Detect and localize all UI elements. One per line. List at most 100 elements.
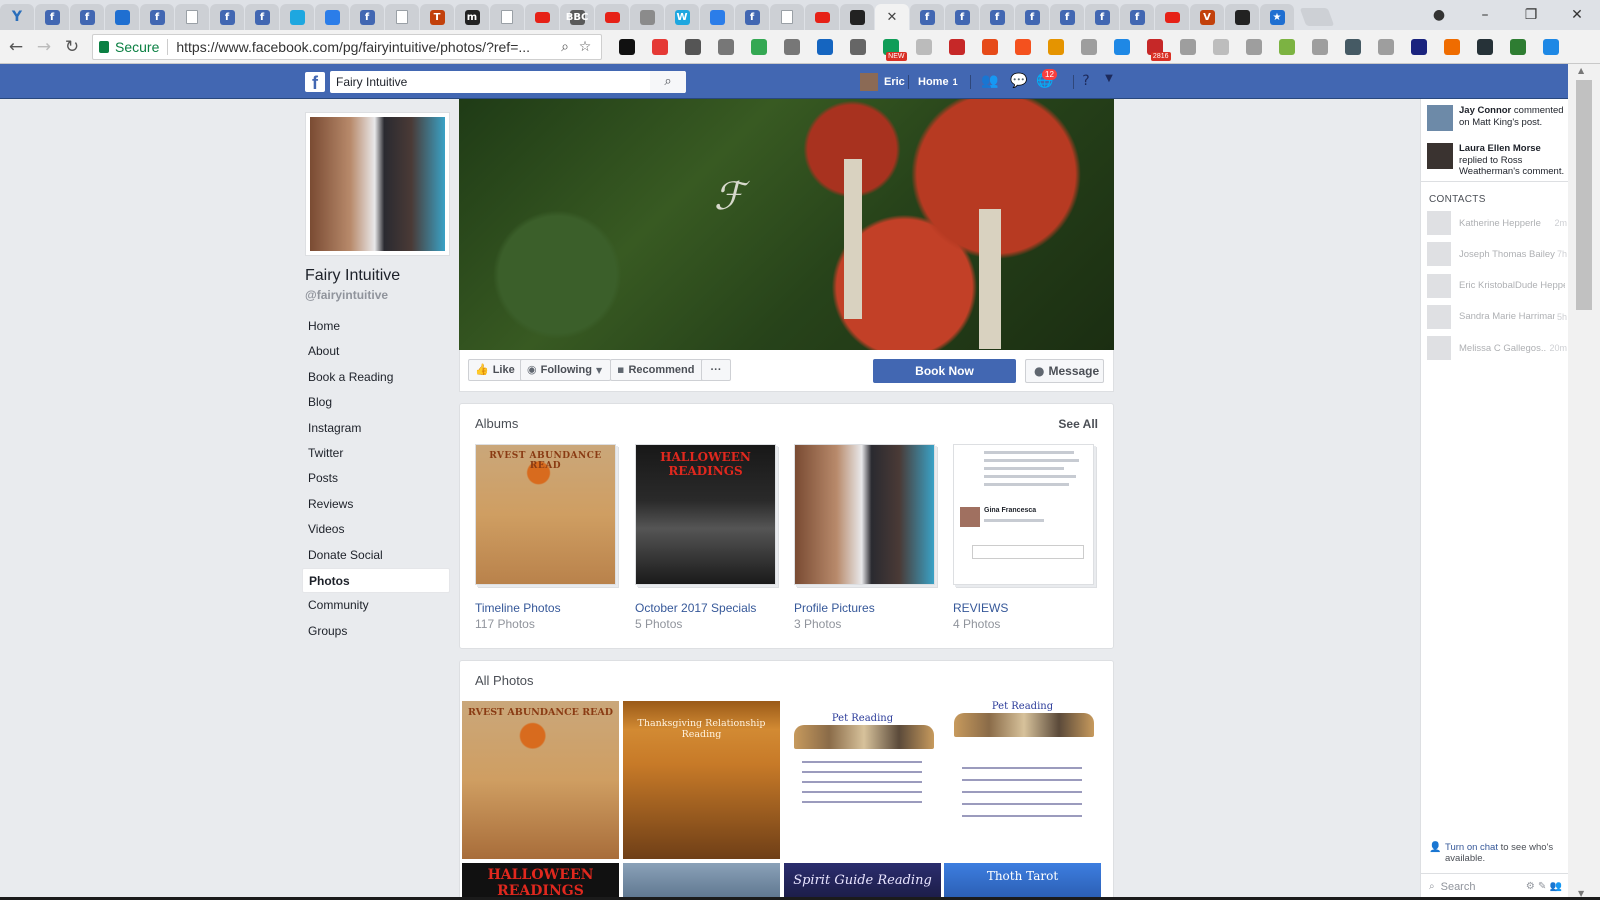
album-reviews[interactable]: Gina Francesca REVIEWS 4 Photos	[953, 444, 1094, 631]
friend-requests-icon[interactable]: 👥	[981, 73, 999, 91]
browser-tab[interactable]	[280, 4, 314, 30]
browser-tab[interactable]	[630, 4, 664, 30]
browser-tab[interactable]	[315, 4, 349, 30]
browser-tab[interactable]: f	[735, 4, 769, 30]
photo-thumbnail[interactable]	[623, 863, 780, 900]
album-october-specials[interactable]: HALLOWEEN READINGS October 2017 Specials…	[635, 444, 776, 631]
browser-tab[interactable]: m	[455, 4, 489, 30]
album-thumbnail[interactable]: Gina Francesca	[953, 444, 1094, 585]
browser-tab[interactable]: f	[350, 4, 384, 30]
page-nav-item-about[interactable]: About	[302, 339, 450, 364]
ticker-item[interactable]: Laura Ellen Morse replied to Ross Weathe…	[1427, 143, 1567, 175]
gear-icon[interactable]	[849, 38, 866, 55]
photo-thumbnail[interactable]: Thanksgiving Relationship Reading	[623, 701, 780, 859]
browser-tab[interactable]: BBC	[560, 4, 594, 30]
ticker-item[interactable]: Jay Connor commented on Matt King's post…	[1427, 105, 1567, 131]
album-name[interactable]: REVIEWS	[953, 601, 1094, 615]
like-button[interactable]: 👍 Like	[468, 359, 524, 381]
magnet-icon[interactable]	[651, 38, 668, 55]
photo-thumbnail[interactable]: Pet Reading	[784, 701, 941, 859]
browser-tab[interactable]: f	[140, 4, 174, 30]
contact-item[interactable]: Melissa C Gallegos... 20m	[1427, 335, 1567, 361]
grid-icon[interactable]	[750, 38, 767, 55]
browser-tab[interactable]	[490, 4, 524, 30]
message-button[interactable]: ● Message	[1025, 359, 1104, 383]
album-profile-pictures[interactable]: Profile Pictures 3 Photos	[794, 444, 935, 631]
browser-tab[interactable]: f	[70, 4, 104, 30]
resize-icon[interactable]	[1179, 38, 1196, 55]
zoom-icon[interactable]: ⌕	[555, 39, 575, 55]
browser-tab[interactable]: f	[35, 4, 69, 30]
browser-tab[interactable]	[105, 4, 139, 30]
mail-icon[interactable]: 2816	[1146, 38, 1171, 61]
shield-outline-icon[interactable]	[1410, 38, 1427, 55]
album-timeline-photos[interactable]: RVEST ABUNDANCE READ Timeline Photos 117…	[475, 444, 616, 631]
chat-search-input[interactable]: ⌕ Search ⚙ ✎ 👥	[1421, 873, 1568, 899]
browser-tab[interactable]: f	[245, 4, 279, 30]
chat-options-icon[interactable]: ⚙ ✎ 👥	[1526, 881, 1562, 892]
map-icon[interactable]	[1311, 38, 1328, 55]
page-nav-item-videos[interactable]: Videos	[302, 517, 450, 542]
browser-tab[interactable]	[1225, 4, 1259, 30]
eyedropper-icon[interactable]	[684, 38, 701, 55]
browser-tab[interactable]: ✕	[875, 4, 909, 30]
photo-thumbnail[interactable]: HALLOWEEN READINGS	[462, 863, 619, 900]
contact-item[interactable]: Joseph Thomas Bailey 7h	[1427, 241, 1567, 267]
contact-item[interactable]: Sandra Marie Harriman 5h	[1427, 304, 1567, 330]
page-nav-item-reviews[interactable]: Reviews	[302, 492, 450, 517]
help-icon[interactable]: ?	[1077, 73, 1095, 91]
page-nav-item-book-a-reading[interactable]: Book a Reading	[302, 365, 450, 390]
page-profile-picture[interactable]	[305, 112, 450, 256]
browser-tab[interactable]: f	[1015, 4, 1049, 30]
table-icon[interactable]	[1080, 38, 1097, 55]
reload-icon[interactable]: ↻	[60, 37, 84, 57]
browser-tab[interactable]	[840, 4, 874, 30]
album-name[interactable]: Timeline Photos	[475, 601, 616, 615]
c-icon[interactable]	[1245, 38, 1262, 55]
page-nav-item-posts[interactable]: Posts	[302, 466, 450, 491]
amazon-icon[interactable]	[618, 38, 635, 55]
puzzle-icon[interactable]	[717, 38, 734, 55]
browser-tab[interactable]	[1155, 4, 1189, 30]
page-nav-item-groups[interactable]: Groups	[302, 619, 450, 644]
user-profile-link[interactable]: Eric	[860, 73, 905, 91]
shield-icon[interactable]	[816, 38, 833, 55]
browser-tab[interactable]: ★	[1260, 4, 1294, 30]
screen-icon[interactable]	[915, 38, 932, 55]
browser-tab[interactable]: f	[945, 4, 979, 30]
browser-tab[interactable]: Y	[0, 4, 34, 30]
page-title[interactable]: Fairy Intuitive	[305, 267, 400, 285]
photo-thumbnail[interactable]: RVEST ABUNDANCE READ	[462, 701, 619, 859]
album-thumbnail[interactable]: HALLOWEEN READINGS	[635, 444, 776, 585]
search-icon[interactable]	[1113, 38, 1130, 55]
browser-tab[interactable]	[770, 4, 804, 30]
close-icon[interactable]: ✕	[885, 10, 900, 25]
bookmark-star-icon[interactable]: ☆	[575, 39, 595, 55]
restore-icon[interactable]: ❐	[1508, 7, 1554, 23]
photo-icon[interactable]	[981, 38, 998, 55]
new-tab-button[interactable]	[1299, 8, 1335, 26]
scrollbar-thumb[interactable]	[1576, 80, 1592, 310]
page-nav-item-blog[interactable]: Blog	[302, 390, 450, 415]
browser-tab[interactable]	[595, 4, 629, 30]
photo-thumbnail[interactable]: Pet Reading	[944, 701, 1101, 859]
album-thumbnail[interactable]: RVEST ABUNDANCE READ	[475, 444, 616, 585]
broadcast-icon[interactable]	[783, 38, 800, 55]
account-menu-chevron-down-icon[interactable]: ▼	[1100, 73, 1118, 91]
browser-tab[interactable]: T	[420, 4, 454, 30]
new-extension-icon[interactable]: NEW	[882, 38, 907, 61]
close-window-icon[interactable]: ✕	[1554, 7, 1600, 23]
minimize-icon[interactable]: –	[1462, 7, 1508, 23]
flower-icon[interactable]	[1476, 38, 1493, 55]
page-nav-item-twitter[interactable]: Twitter	[302, 441, 450, 466]
page-scrollbar[interactable]: ▲ ▼	[1568, 64, 1600, 900]
photo-thumbnail[interactable]: Spirit Guide Reading	[784, 863, 941, 900]
columns-icon[interactable]	[1278, 38, 1295, 55]
browser-tab[interactable]: W	[665, 4, 699, 30]
browser-tab[interactable]: f	[1120, 4, 1154, 30]
book-now-button[interactable]: Book Now	[873, 359, 1016, 383]
browser-tab[interactable]	[175, 4, 209, 30]
browser-tab[interactable]: f	[210, 4, 244, 30]
profile-icon[interactable]: ●	[1416, 7, 1462, 23]
tools-icon[interactable]	[1212, 38, 1229, 55]
